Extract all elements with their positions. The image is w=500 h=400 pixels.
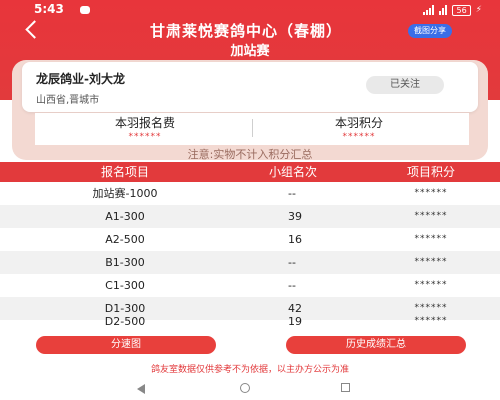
table-row[interactable]: A2-500 16 ****** xyxy=(0,228,500,251)
battery-icon: 56 xyxy=(452,4,471,16)
row-item: C1-300 xyxy=(105,279,145,292)
row-item: A1-300 xyxy=(105,210,145,223)
page-title: 甘肃莱悦赛鸽中心（春棚） xyxy=(149,22,342,40)
row-item: B1-300 xyxy=(105,256,145,269)
table-row[interactable]: A1-300 39 ****** xyxy=(0,205,500,228)
row-rank: -- xyxy=(288,279,296,292)
row-score: ****** xyxy=(414,234,448,244)
race-type-subtitle: 加站赛 xyxy=(230,44,270,59)
owner-card: 龙辰鸽业-刘大龙 山西省,晋城市 已关注 xyxy=(22,62,478,112)
score-label: 本羽积分 xyxy=(334,116,383,130)
status-indicators: 56 ⚡ xyxy=(423,3,482,17)
row-rank: 16 xyxy=(288,233,302,246)
row-score: ****** xyxy=(414,280,448,290)
table-row[interactable]: C1-300 -- ****** xyxy=(0,274,500,297)
owner-name: 龙辰鸽业-刘大龙 xyxy=(36,72,125,86)
score-note: 注意:实物不计入积分汇总 xyxy=(187,148,313,161)
signal-icon xyxy=(423,5,435,15)
back-button[interactable] xyxy=(22,17,46,43)
nav-recent-apps-icon[interactable] xyxy=(341,383,350,392)
nav-home-icon[interactable] xyxy=(240,383,250,393)
history-summary-button[interactable]: 历史成绩汇总 xyxy=(286,336,466,354)
row-rank: 19 xyxy=(288,315,302,328)
fee-stat: 本羽报名费 ****** xyxy=(45,113,245,142)
disclaimer-text: 鸽友室数据仅供参考不为依据，以主办方公示为准 xyxy=(150,365,349,375)
row-item: A2-500 xyxy=(105,233,145,246)
chat-notification-icon xyxy=(80,6,90,14)
row-rank: -- xyxy=(288,187,296,200)
owner-location: 山西省,晋城市 xyxy=(36,95,100,106)
pigeon-stats: 本羽报名费 ****** 本羽积分 ****** xyxy=(35,113,469,145)
status-bar: 5:43 56 ⚡ xyxy=(0,0,500,22)
table-row[interactable]: 加站赛-1000 -- ****** xyxy=(0,182,500,205)
nav-back-icon[interactable] xyxy=(137,384,145,394)
row-rank: 39 xyxy=(288,210,302,223)
row-item: D2-500 xyxy=(104,315,146,328)
header-item: 报名项目 xyxy=(100,165,149,179)
score-value: ****** xyxy=(342,132,376,142)
system-nav-bar xyxy=(0,378,500,400)
stat-divider xyxy=(252,119,253,137)
chevron-left-icon xyxy=(25,20,44,39)
row-score: ****** xyxy=(414,257,448,267)
score-stat: 本羽积分 ****** xyxy=(259,113,459,142)
fee-value: ****** xyxy=(128,132,162,142)
screenshot-share-button[interactable]: 截图分享 xyxy=(408,24,452,38)
header-score: 项目积分 xyxy=(406,165,455,179)
header-rank: 小组名次 xyxy=(268,165,317,179)
row-item: 加站赛-1000 xyxy=(92,187,158,200)
status-time: 5:43 xyxy=(34,2,64,16)
row-rank: -- xyxy=(288,256,296,269)
fee-label: 本羽报名费 xyxy=(114,116,175,130)
row-score: ****** xyxy=(414,188,448,198)
charging-icon: ⚡ xyxy=(475,5,482,15)
speed-chart-button[interactable]: 分速图 xyxy=(36,336,216,354)
table-row[interactable]: D2-500 19 ****** xyxy=(0,310,500,333)
row-score: ****** xyxy=(414,211,448,221)
wifi-icon xyxy=(439,5,448,15)
follow-button[interactable]: 已关注 xyxy=(366,76,444,94)
table-row[interactable]: B1-300 -- ****** xyxy=(0,251,500,274)
row-score: ****** xyxy=(414,316,448,326)
table-header: 报名项目 小组名次 项目积分 xyxy=(0,162,500,182)
